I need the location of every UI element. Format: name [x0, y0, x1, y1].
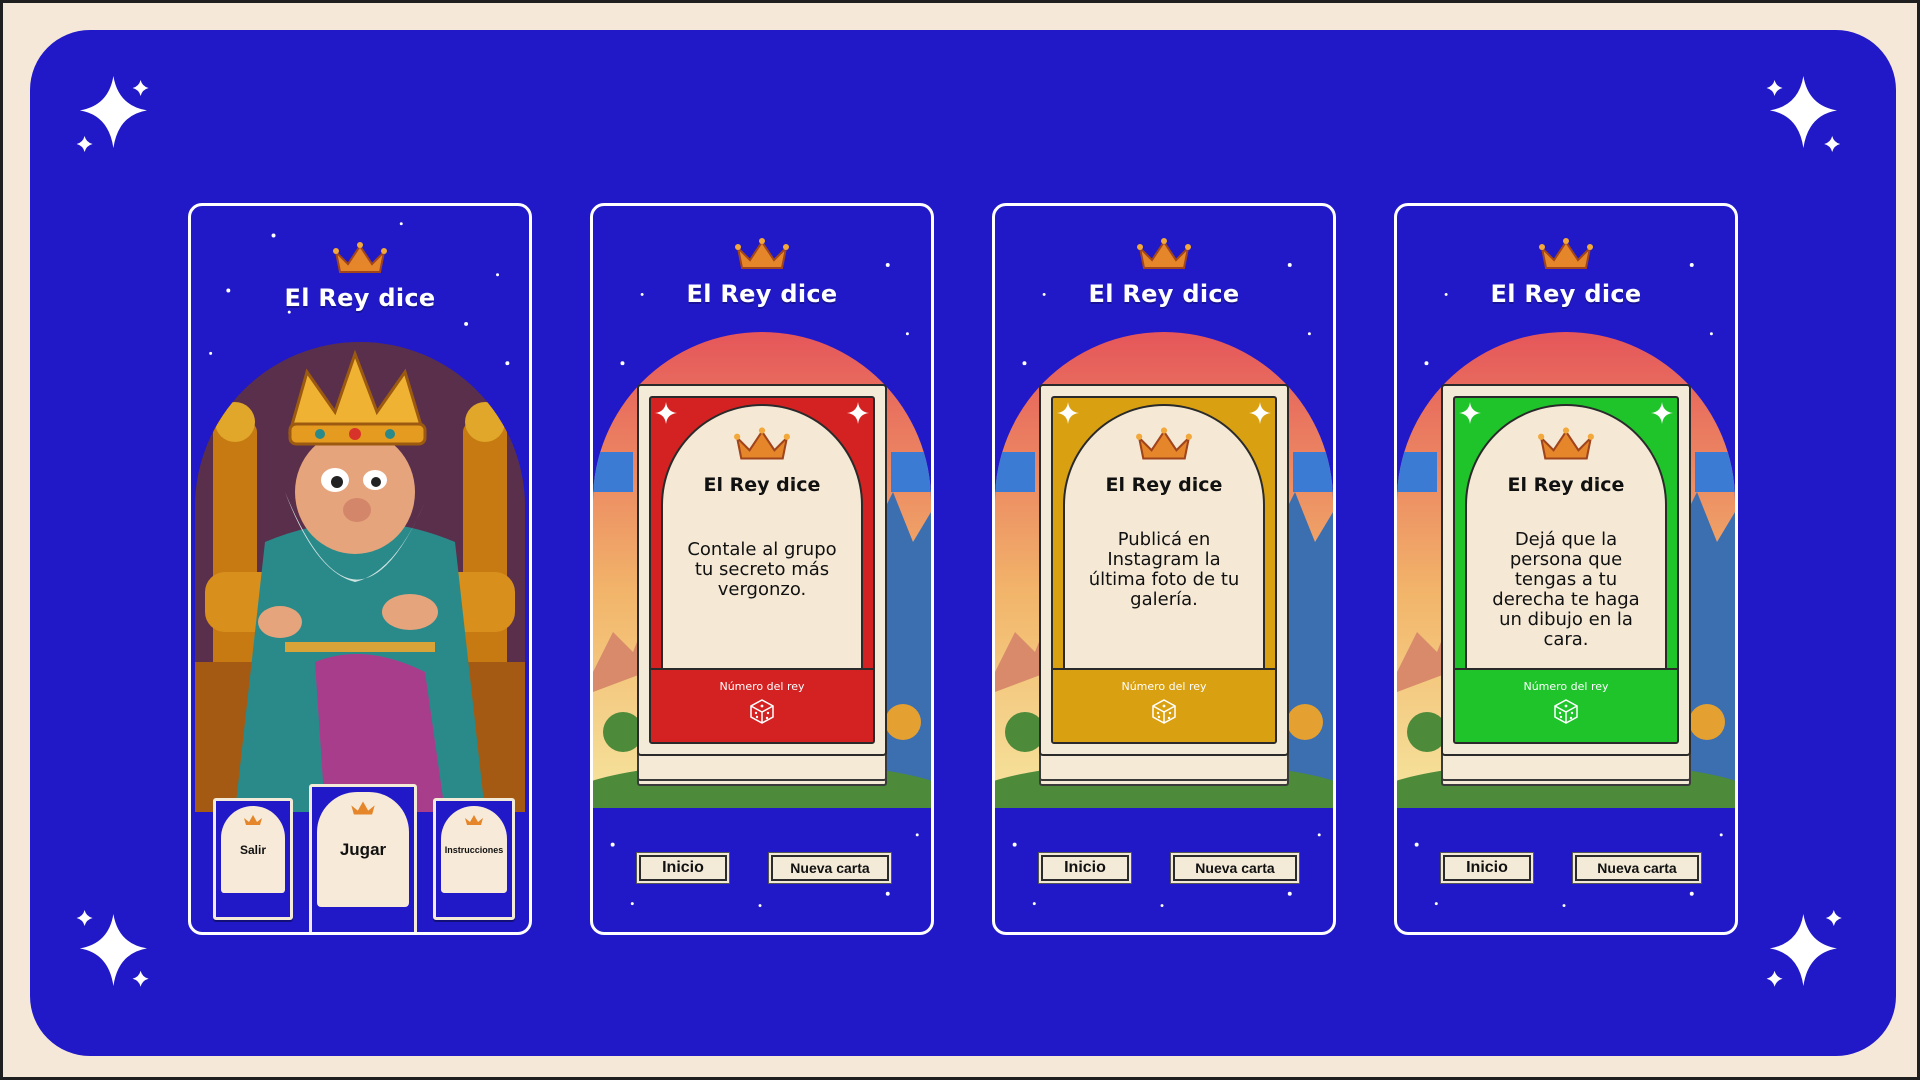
card-title: El Rey dice [1105, 474, 1223, 496]
home-button[interactable]: Inicio [1443, 855, 1531, 881]
game-screen: El Rey dice El Rey dice Dejá que la pers… [1394, 203, 1738, 935]
king-number-label: Número del rey [719, 680, 805, 693]
dice-icon [1554, 699, 1578, 724]
dice-icon [750, 699, 774, 724]
crown-icon [734, 427, 790, 460]
crown-icon [1136, 427, 1192, 460]
app-title: El Rey dice [686, 280, 838, 308]
crown-icon [351, 801, 375, 815]
app-title: El Rey dice [284, 284, 436, 312]
card-deck: El Rey dice Contale al grupo tu secreto … [637, 384, 887, 786]
card-deck: El Rey dice Dejá que la persona que teng… [1441, 384, 1691, 786]
crown-icon [1137, 238, 1191, 269]
home-button[interactable]: Inicio [1041, 855, 1129, 881]
new-card-button[interactable]: Nueva carta [1173, 855, 1297, 881]
crown-icon [1538, 427, 1594, 460]
king-number-label: Número del rey [1523, 680, 1609, 693]
dice-icon [1152, 699, 1176, 724]
crown-icon [1539, 238, 1593, 269]
crown-icon [735, 238, 789, 269]
game-screen: El Rey dice El Rey dice Publicá en Insta… [992, 203, 1336, 935]
app-title: El Rey dice [1490, 280, 1642, 308]
card-title: El Rey dice [703, 474, 821, 496]
sparkle-icon [1057, 402, 1079, 424]
app-title: El Rey dice [1088, 280, 1240, 308]
challenge-card[interactable]: El Rey dice Contale al grupo tu secreto … [637, 384, 887, 756]
crown-icon [244, 815, 262, 825]
card-challenge-text: Publicá en Instagram la última foto de t… [1088, 529, 1240, 610]
challenge-card[interactable]: El Rey dice Dejá que la persona que teng… [1441, 384, 1691, 756]
mockup-canvas: El Rey dice Salir Jugar Instrucciones El… [0, 0, 1920, 1080]
card-challenge-text: Dejá que la persona que tengas a tu dere… [1492, 529, 1640, 650]
sparkle-icon [1766, 76, 1841, 152]
play-label: Jugar [339, 839, 387, 859]
crown-icon [465, 815, 483, 825]
king-illustration [195, 342, 525, 812]
sparkle-icon [847, 402, 869, 424]
card-title: El Rey dice [1507, 474, 1625, 496]
game-screen: El Rey dice El Rey dice Contale al grupo… [590, 203, 934, 935]
card-deck: El Rey dice Publicá en Instagram la últi… [1039, 384, 1289, 786]
exit-card-button[interactable]: Salir [213, 798, 293, 920]
sparkle-icon [1249, 402, 1271, 424]
sparkle-icon [1459, 402, 1481, 424]
home-screen: El Rey dice Salir Jugar Instrucciones [188, 203, 532, 935]
sparkle-icon [76, 910, 149, 987]
card-footer: Número del rey [1053, 668, 1275, 742]
sparkle-icon [76, 76, 149, 152]
card-challenge-text: Contale al grupo tu secreto más vergonzo… [687, 539, 837, 600]
exit-label: Salir [239, 842, 266, 857]
play-card-button[interactable]: Jugar [309, 784, 417, 932]
home-button[interactable]: Inicio [639, 855, 727, 881]
new-card-button[interactable]: Nueva carta [1575, 855, 1699, 881]
instructions-card-button[interactable]: Instrucciones [433, 798, 515, 920]
sparkle-icon [655, 402, 677, 424]
card-footer: Número del rey [1455, 668, 1677, 742]
card-footer: Número del rey [651, 668, 873, 742]
challenge-card[interactable]: El Rey dice Publicá en Instagram la últi… [1039, 384, 1289, 756]
showcase-board: El Rey dice Salir Jugar Instrucciones El… [30, 30, 1896, 1056]
king-number-label: Número del rey [1121, 680, 1207, 693]
crown-icon [333, 242, 387, 273]
new-card-button[interactable]: Nueva carta [771, 855, 889, 881]
instructions-label: Instrucciones [444, 844, 504, 855]
sparkle-icon [1766, 910, 1842, 987]
sparkle-icon [1651, 402, 1673, 424]
